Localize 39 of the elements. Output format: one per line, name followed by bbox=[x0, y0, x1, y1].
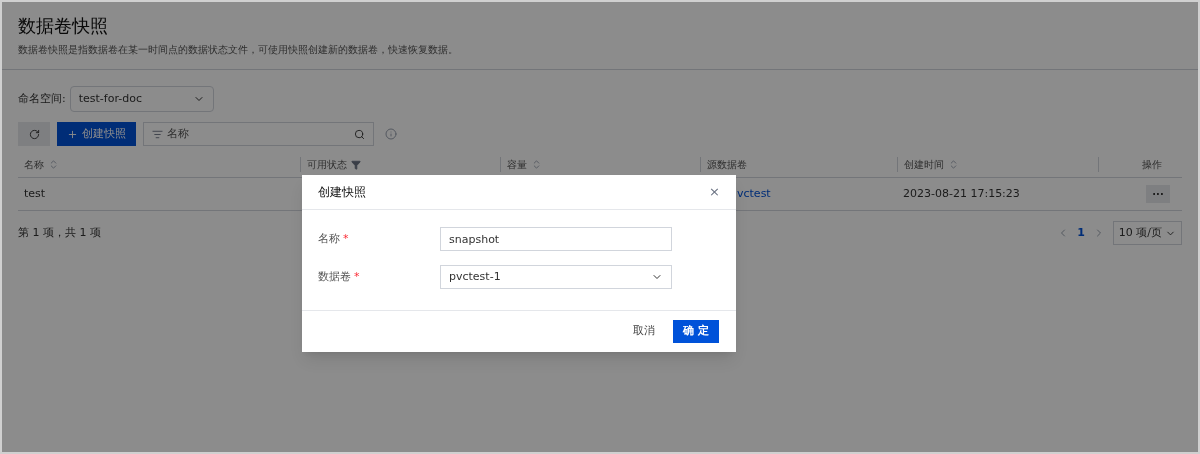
namespace-label: 命名空间: bbox=[18, 90, 66, 107]
column-header: 容量 bbox=[507, 158, 527, 172]
table-cell: 2023-08-21 17:15:23 bbox=[903, 186, 1020, 200]
page-number[interactable]: 1 bbox=[1077, 224, 1085, 242]
plus-icon bbox=[67, 128, 78, 140]
create-snapshot-button[interactable]: 创建快照 bbox=[57, 122, 136, 146]
field-label: 名称 bbox=[318, 230, 340, 247]
source-volume-link[interactable]: vctest bbox=[737, 186, 771, 200]
info-icon[interactable] bbox=[385, 128, 397, 140]
sort-icon[interactable] bbox=[48, 159, 59, 170]
filter-list-icon bbox=[152, 128, 163, 140]
sort-icon[interactable] bbox=[948, 159, 959, 170]
confirm-button[interactable]: 确 定 bbox=[673, 320, 719, 343]
dialog-title: 创建快照 bbox=[318, 184, 366, 201]
search-icon[interactable] bbox=[354, 128, 365, 140]
search-field[interactable]: 名称 bbox=[143, 122, 374, 146]
namespace-select[interactable]: test-for-doc bbox=[69, 86, 214, 112]
close-button[interactable]: × bbox=[709, 182, 720, 202]
column-header: 名称 bbox=[24, 158, 44, 172]
sort-icon[interactable] bbox=[531, 159, 542, 170]
volume-select[interactable]: pvctest-1 bbox=[440, 265, 672, 289]
name-input-field[interactable]: snapshot bbox=[440, 227, 672, 251]
page-title: 数据卷快照 bbox=[18, 14, 109, 38]
column-header: 可用状态 bbox=[307, 158, 347, 172]
column-header: 操作 bbox=[1142, 158, 1162, 172]
more-actions-button[interactable]: ··· bbox=[1146, 185, 1170, 203]
required-mark: * bbox=[343, 230, 349, 247]
cancel-button[interactable]: 取消 bbox=[631, 320, 658, 343]
filter-icon[interactable] bbox=[351, 159, 361, 170]
table-cell: test bbox=[24, 186, 46, 200]
page-size-select[interactable]: 10 项/页 bbox=[1112, 221, 1182, 245]
pagination-summary: 第 1 项，共 1 项 bbox=[18, 224, 101, 241]
field-label: 数据卷 bbox=[318, 268, 351, 285]
column-header: 源数据卷 bbox=[707, 158, 747, 172]
refresh-icon bbox=[28, 128, 40, 140]
required-mark: * bbox=[354, 268, 360, 285]
search-input[interactable]: 名称 bbox=[167, 125, 350, 143]
refresh-button[interactable] bbox=[18, 122, 50, 146]
column-header: 创建时间 bbox=[904, 158, 944, 172]
